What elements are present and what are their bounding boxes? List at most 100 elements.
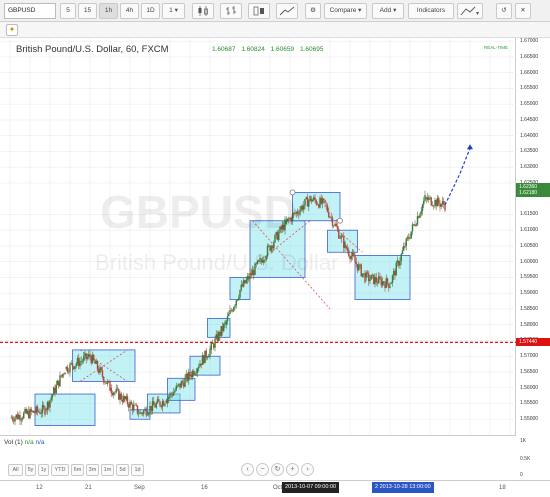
candle-body: [416, 216, 419, 225]
candle-body: [369, 279, 371, 282]
candle-body: [13, 419, 15, 422]
candle-body: [424, 195, 426, 201]
candle-body: [243, 280, 245, 287]
candle-body: [383, 281, 385, 284]
range-5y-button[interactable]: 5y: [25, 464, 36, 476]
candle-body: [56, 380, 59, 385]
candle-body: [163, 401, 165, 406]
candle-body: [171, 394, 174, 396]
range-ytd-button[interactable]: YTD: [51, 464, 69, 476]
volume-label: Vol (1): [4, 439, 23, 446]
bar-style-button[interactable]: [220, 3, 242, 19]
candle-body: [419, 213, 421, 218]
chevron-down-icon: ▾: [358, 7, 362, 14]
scroll-right-button[interactable]: ›: [301, 463, 314, 476]
time-tick-label: Sep: [134, 485, 145, 491]
candle-body: [14, 417, 16, 422]
candle-body: [210, 342, 212, 350]
candle-body: [113, 392, 115, 396]
range-5d-button[interactable]: 5d: [116, 464, 129, 476]
indicators-button[interactable]: Indicators: [408, 3, 454, 19]
price-tick-label: 1.65500: [520, 85, 539, 92]
add-button[interactable]: Add ▾: [372, 3, 404, 19]
reset-zoom-button[interactable]: ↻: [271, 463, 284, 476]
candle-body: [164, 404, 166, 406]
interval-1d-button[interactable]: 1D: [141, 3, 160, 19]
range-1m-button[interactable]: 1m: [101, 464, 114, 476]
price-axis[interactable]: 1.67000 1.66500 1.66000 1.65500 1.65000 1.645…: [516, 38, 550, 435]
candle-body: [229, 309, 231, 314]
high-value: 1.60824: [241, 46, 265, 53]
line-style-button[interactable]: [276, 3, 298, 19]
candle-body: [344, 242, 346, 248]
price-tick-label: 1.61500: [520, 211, 539, 218]
candle-body: [49, 400, 51, 408]
candle-body: [165, 400, 167, 404]
candle-body: [313, 197, 315, 200]
candle-body: [55, 384, 57, 394]
time-axis[interactable]: 2013-10-07 09:00:00 2 2013-10-28 13:00:0…: [0, 480, 550, 497]
candle-body: [59, 375, 61, 387]
scroll-left-button[interactable]: ‹: [241, 463, 254, 476]
candle-body: [403, 246, 405, 251]
undo-button[interactable]: ↺: [496, 3, 512, 19]
watermark-description: British Pound/U.S. Dollar: [95, 250, 339, 275]
zoom-out-button[interactable]: −: [256, 463, 269, 476]
candle-body: [184, 377, 186, 387]
candle-body: [108, 381, 110, 382]
candle-body: [21, 418, 24, 420]
range-all-button[interactable]: All: [8, 464, 23, 476]
volume-pane[interactable]: Vol (1) n/a n/a: [0, 435, 516, 463]
interval-15-button[interactable]: 15: [78, 3, 97, 19]
candle-body: [203, 355, 205, 364]
time-tick-label: Oct: [273, 485, 283, 491]
candle-body: [236, 299, 239, 301]
candle-body: [248, 276, 250, 280]
candle-body: [78, 358, 80, 367]
candle-body: [53, 387, 55, 395]
range-3m-button[interactable]: 3m: [86, 464, 99, 476]
drawing-tools-button[interactable]: ▾: [457, 3, 483, 19]
interval-4h-button[interactable]: 4h: [120, 3, 139, 19]
candle-body: [28, 410, 30, 419]
interval-dropdown[interactable]: 1 ▾: [162, 3, 185, 19]
candle-body: [130, 401, 132, 405]
symbol-input[interactable]: GBPUSD: [4, 3, 56, 19]
candle-body: [368, 273, 370, 282]
plus-icon: +: [290, 466, 295, 473]
lightbulb-icon[interactable]: ✦: [6, 24, 18, 36]
candle-body: [349, 255, 351, 260]
range-1y-button[interactable]: 1y: [38, 464, 49, 476]
range-6m-button[interactable]: 6m: [71, 464, 84, 476]
candle-body: [128, 404, 130, 408]
candle-body: [328, 211, 330, 218]
candle-body: [318, 204, 320, 208]
candle-body: [51, 394, 54, 398]
close-button[interactable]: ✕: [515, 3, 531, 19]
candle-body: [134, 404, 136, 406]
candle-body: [158, 399, 160, 402]
open-value: 1.60687: [212, 46, 236, 53]
candle-body: [125, 396, 127, 400]
candle-body: [30, 408, 32, 412]
range-1d-button[interactable]: 1d: [131, 464, 144, 476]
candle-body: [345, 245, 347, 249]
compare-button[interactable]: Compare ▾: [324, 3, 367, 19]
candle-body: [305, 197, 307, 199]
zoom-in-button[interactable]: +: [286, 463, 299, 476]
close-value: 1.60695: [299, 46, 324, 53]
candle-body: [404, 246, 406, 248]
candle-body: [343, 236, 345, 248]
candle-body: [211, 342, 214, 344]
interval-5-button[interactable]: 5: [60, 3, 76, 19]
candle-body: [414, 224, 416, 226]
settings-button[interactable]: ⚙: [305, 3, 321, 19]
candle-body: [120, 393, 122, 400]
watermark-symbol: GBPUSD: [100, 186, 297, 238]
candle-body: [389, 286, 391, 288]
candlestick-style-button[interactable]: [192, 3, 214, 19]
hollow-candles-button[interactable]: [248, 3, 270, 19]
candle-body: [58, 380, 60, 387]
candle-body: [69, 363, 71, 373]
interval-1h-button[interactable]: 1h: [99, 3, 118, 19]
